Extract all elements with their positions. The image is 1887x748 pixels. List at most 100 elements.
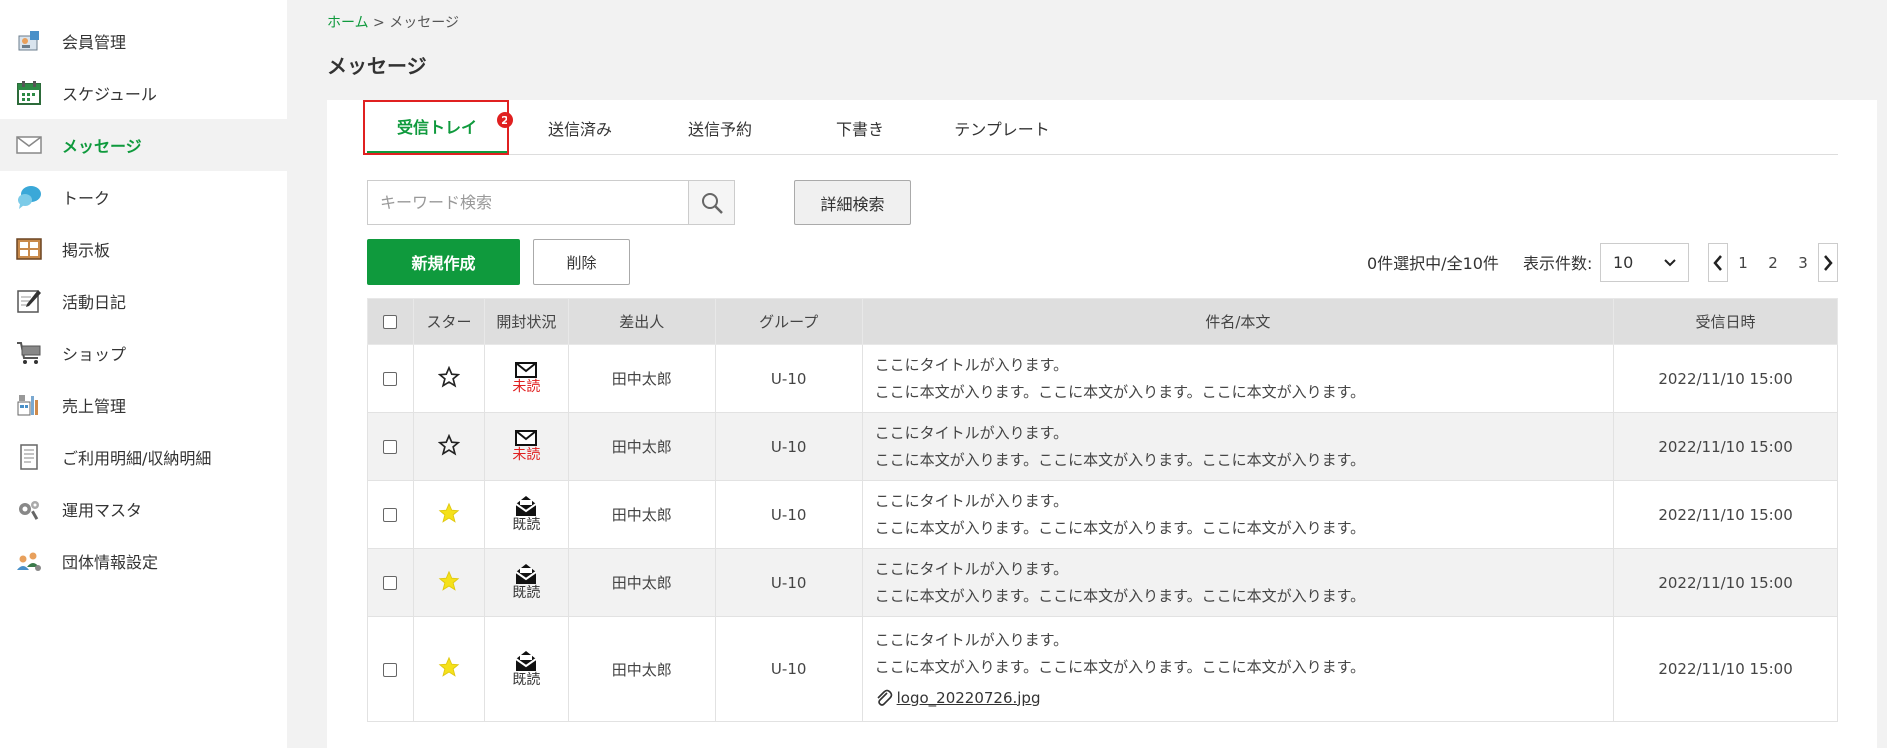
page-number[interactable]: 2 xyxy=(1758,254,1788,272)
advanced-search-button[interactable]: 詳細検索 xyxy=(794,180,911,225)
sales-icon xyxy=(16,392,42,418)
sidebar-item-bulletin[interactable]: 掲示板 xyxy=(0,223,287,275)
subject-cell[interactable]: ここにタイトルが入ります。 ここに本文が入ります。ここに本文が入ります。ここに本文… xyxy=(861,344,1615,413)
subject-cell[interactable]: ここにタイトルが入ります。 ここに本文が入ります。ここに本文が入ります。ここに本文… xyxy=(861,548,1615,617)
next-page-button[interactable] xyxy=(1818,243,1838,282)
tab-sent[interactable]: 送信済み xyxy=(527,100,633,155)
read-status: 既読 xyxy=(512,671,541,688)
calendar-icon xyxy=(16,80,42,106)
sidebar-label: スケジュール xyxy=(62,85,157,104)
sidebar-label: トーク xyxy=(62,189,111,208)
breadcrumb-home-link[interactable]: ホーム xyxy=(327,15,369,31)
group-cell: U-10 xyxy=(714,480,863,549)
sidebar-item-shop[interactable]: ショップ xyxy=(0,327,287,379)
sidebar-item-statement[interactable]: ご利用明細/収納明細 xyxy=(0,431,287,483)
group-cell: U-10 xyxy=(714,344,863,413)
new-message-button[interactable]: 新規作成 xyxy=(367,239,520,285)
chat-bubble-icon xyxy=(16,184,42,210)
per-page-label: 表示件数: xyxy=(1523,254,1593,273)
sidebar-label: ショップ xyxy=(62,345,127,364)
per-page-value: 10 xyxy=(1613,253,1634,272)
read-status: 既読 xyxy=(512,585,541,602)
table-row[interactable]: 既読 田中太郎 U-10 ここにタイトルが入ります。 ここに本文が入ります。ここに… xyxy=(367,548,1838,617)
sidebar-item-members[interactable]: 会員管理 xyxy=(0,15,287,67)
paperclip-icon xyxy=(877,689,892,706)
attachment-link[interactable]: logo_20220726.jpg xyxy=(897,685,1041,712)
sidebar-item-talk[interactable]: トーク xyxy=(0,171,287,223)
tab-drafts[interactable]: 下書き xyxy=(807,100,913,155)
sidebar-label: メッセージ xyxy=(62,137,142,156)
table-row[interactable]: 既読 田中太郎 U-10 ここにタイトルが入ります。 ここに本文が入ります。ここ… xyxy=(367,616,1838,722)
subject-cell[interactable]: ここにタイトルが入ります。 ここに本文が入ります。ここに本文が入ります。ここに本文… xyxy=(861,480,1615,549)
page-number[interactable]: 1 xyxy=(1728,254,1758,272)
statement-icon xyxy=(16,444,42,470)
row-checkbox[interactable] xyxy=(383,508,398,522)
bulletin-board-icon xyxy=(16,236,42,262)
sidebar-item-group-settings[interactable]: 団体情報設定 xyxy=(0,535,287,587)
sidebar-item-schedule[interactable]: スケジュール xyxy=(0,67,287,119)
sidebar-item-sales[interactable]: 売上管理 xyxy=(0,379,287,431)
attachment: logo_20220726.jpg xyxy=(875,685,1601,712)
search-icon xyxy=(701,192,723,214)
date-cell: 2022/11/10 15:00 xyxy=(1613,412,1838,481)
row-checkbox[interactable] xyxy=(383,372,398,386)
sidebar-label: 団体情報設定 xyxy=(62,553,159,572)
search-input[interactable] xyxy=(368,181,688,224)
column-header[interactable]: 差出人 xyxy=(567,298,716,345)
star-outline-icon[interactable] xyxy=(437,433,461,456)
sidebar-item-message[interactable]: メッセージ xyxy=(0,119,287,171)
message-tabs: 受信トレイ 2 送信済み 送信予約 下書き テンプレート xyxy=(363,100,1838,155)
star-outline-icon[interactable] xyxy=(437,365,461,388)
table-row[interactable]: 未読 田中太郎 U-10 ここにタイトルが入ります。 ここに本文が入ります。ここに… xyxy=(367,412,1838,481)
page-title: メッセージ xyxy=(327,54,427,78)
select-all-checkbox[interactable] xyxy=(383,315,398,329)
message-table: スター 開封状況 差出人 グループ 件名/本文 受信日時 未読 田中太郎 U-1… xyxy=(367,298,1838,722)
tab-templates[interactable]: テンプレート xyxy=(937,100,1067,155)
sidebar-item-diary[interactable]: 活動日記 xyxy=(0,275,287,327)
chevron-down-icon xyxy=(1664,258,1676,266)
date-cell: 2022/11/10 15:00 xyxy=(1613,344,1838,413)
sender-cell: 田中太郎 xyxy=(567,548,716,617)
prev-page-button[interactable] xyxy=(1708,243,1728,282)
breadcrumb: ホーム > メッセージ xyxy=(327,12,459,32)
search-button[interactable] xyxy=(688,181,734,224)
per-page-select[interactable]: 10 xyxy=(1600,243,1689,282)
row-checkbox[interactable] xyxy=(383,440,398,454)
sidebar-label: 会員管理 xyxy=(62,33,127,52)
search-box xyxy=(367,180,735,225)
subject-cell[interactable]: ここにタイトルが入ります。 ここに本文が入ります。ここに本文が入ります。ここに本文… xyxy=(861,412,1615,481)
sidebar-label: 掲示板 xyxy=(62,241,111,260)
table-row[interactable]: 未読 田中太郎 U-10 ここにタイトルが入ります。 ここに本文が入ります。ここに… xyxy=(367,344,1838,413)
tab-inbox[interactable]: 受信トレイ 2 xyxy=(363,100,513,155)
row-checkbox[interactable] xyxy=(383,662,398,677)
message-body: ここに本文が入ります。ここに本文が入ります。ここに本文が入ります。 xyxy=(874,518,1366,537)
table-row[interactable]: 既読 田中太郎 U-10 ここにタイトルが入ります。 ここに本文が入ります。ここに… xyxy=(367,480,1838,549)
sidebar: 会員管理 スケジュール メッセージ トーク 掲示板 活動日記 ショップ 売上管理… xyxy=(0,0,287,748)
column-header[interactable]: スター xyxy=(412,298,485,345)
envelope-open-icon xyxy=(515,496,537,517)
star-filled-icon[interactable] xyxy=(438,502,460,524)
message-body: ここに本文が入ります。ここに本文が入ります。ここに本文が入ります。 xyxy=(874,586,1366,605)
column-header[interactable]: 件名/本文 xyxy=(861,298,1615,345)
message-body: ここに本文が入ります。ここに本文が入ります。ここに本文が入ります。 xyxy=(874,450,1366,469)
page-number[interactable]: 3 xyxy=(1788,254,1818,272)
envelope-closed-icon xyxy=(515,430,538,447)
breadcrumb-current: メッセージ xyxy=(389,15,459,31)
pagination: 1 2 3 xyxy=(1708,243,1838,282)
row-checkbox[interactable] xyxy=(383,576,398,590)
tab-scheduled[interactable]: 送信予約 xyxy=(667,100,773,155)
star-filled-icon[interactable] xyxy=(438,570,460,592)
column-header[interactable]: 開封状況 xyxy=(483,298,569,345)
column-header[interactable]: 受信日時 xyxy=(1613,298,1838,345)
star-filled-icon[interactable] xyxy=(438,656,460,678)
unread-status: 未読 xyxy=(512,379,541,396)
subject-cell[interactable]: ここにタイトルが入ります。 ここに本文が入ります。ここに本文が入ります。ここに本… xyxy=(861,616,1615,722)
sender-cell: 田中太郎 xyxy=(567,344,716,413)
message-panel: 受信トレイ 2 送信済み 送信予約 下書き テンプレート 詳細検索 新規作成 削… xyxy=(327,100,1877,748)
column-header[interactable]: グループ xyxy=(714,298,863,345)
sidebar-item-master[interactable]: 運用マスタ xyxy=(0,483,287,535)
delete-button[interactable]: 削除 xyxy=(533,239,630,285)
read-status: 既読 xyxy=(512,517,541,534)
sidebar-label: 活動日記 xyxy=(62,293,127,312)
group-cell: U-10 xyxy=(714,548,863,617)
